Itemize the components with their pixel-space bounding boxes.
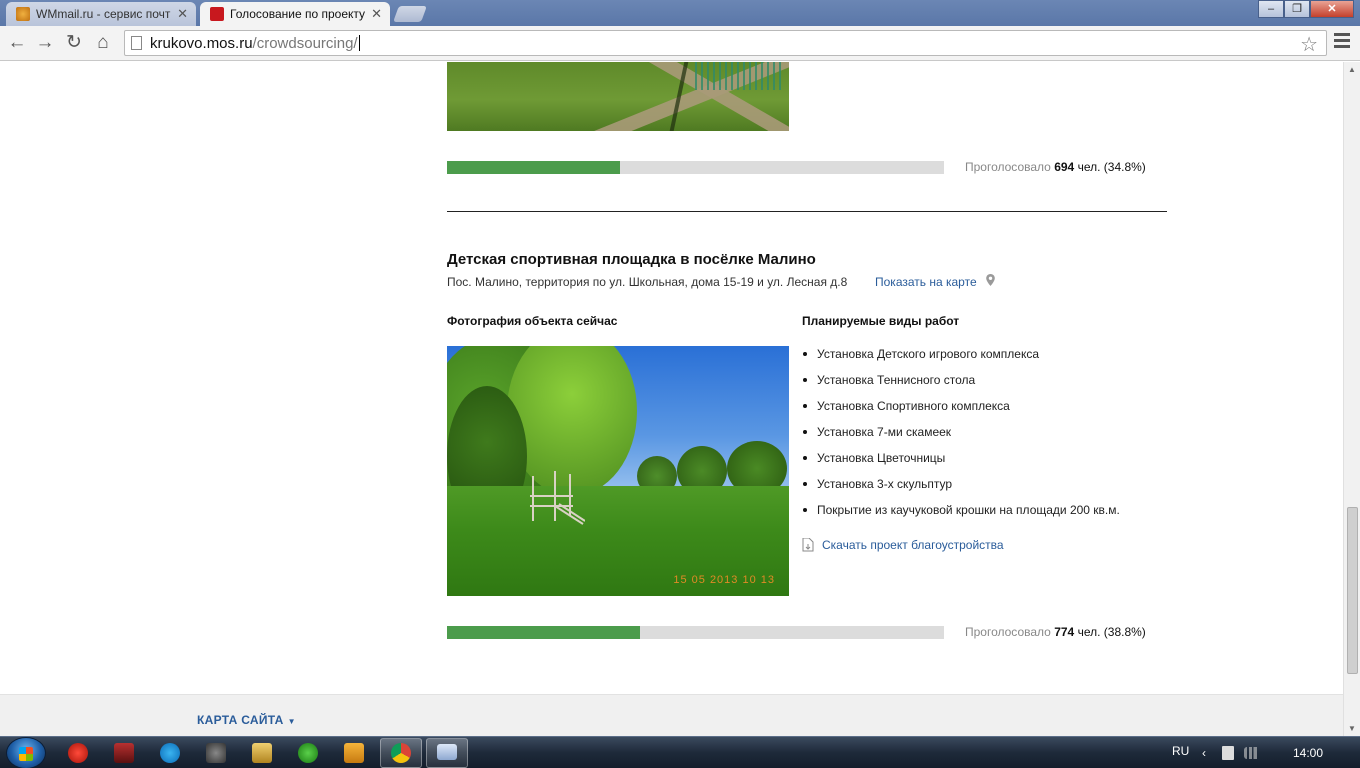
skype-icon[interactable] (160, 743, 180, 763)
photo-fence (695, 62, 785, 90)
tab-title: WMmail.ru - сервис почт (36, 7, 171, 21)
project-title: Детская спортивная площадка в посёлке Ма… (447, 251, 816, 268)
address-bar[interactable]: krukovo.mos.ru/crowdsourcing/ ☆ (124, 30, 1327, 56)
close-tab-icon[interactable]: ✕ (371, 6, 382, 22)
project-divider (447, 211, 1167, 212)
project-photo: 15 05 2013 10 13 (447, 346, 789, 596)
previous-project-photo (447, 62, 789, 131)
mos-favicon-icon (210, 7, 224, 21)
url-path: /crowdsourcing/ (252, 34, 358, 52)
download-project[interactable]: Скачать проект благоустройства (802, 538, 1004, 552)
chrome-menu-icon[interactable] (1334, 33, 1350, 51)
world-of-tanks-icon[interactable] (206, 743, 226, 763)
browser-toolbar: ← → ↻ ⌂ krukovo.mos.ru/crowdsourcing/ ☆ (0, 26, 1360, 61)
project-progress-bar (447, 626, 944, 639)
works-item: Покрытие из каучуковой крошки на площади… (802, 502, 1120, 528)
download-link[interactable]: Скачать проект благоустройства (822, 538, 1004, 552)
close-tab-icon[interactable]: ✕ (177, 6, 188, 22)
utorrent-icon[interactable] (298, 743, 318, 763)
votes-label: Проголосовало (965, 625, 1051, 639)
chrome-icon (391, 743, 411, 763)
reload-icon[interactable]: ↻ (63, 32, 85, 54)
votes-count: 694 (1054, 160, 1075, 174)
works-heading: Планируемые виды работ (802, 314, 960, 328)
photo-date-stamp: 15 05 2013 10 13 (673, 574, 775, 586)
keyboard-taskbar-button[interactable] (426, 738, 468, 768)
tab-voting[interactable]: Голосование по проекту ✕ (200, 2, 390, 26)
window-controls: ‒ ❐ ✕ (1258, 0, 1354, 18)
playground-structure (530, 471, 585, 525)
votes-percent: (34.8%) (1103, 160, 1146, 174)
media-player-icon[interactable] (344, 743, 364, 763)
scroll-up-icon[interactable]: ▲ (1348, 65, 1356, 74)
text-caret (358, 35, 360, 51)
windows-taskbar: RU ‹ 14:00 (0, 736, 1360, 768)
works-item: Установка Детского игрового комплекса (802, 346, 1120, 372)
new-tab-button[interactable] (393, 6, 427, 22)
tab-wmmail[interactable]: WMmail.ru - сервис почт ✕ (6, 2, 196, 26)
works-item: Установка 3-х скульптур (802, 476, 1120, 502)
keyboard-icon (437, 744, 457, 760)
votes-count: 774 (1054, 625, 1075, 639)
clock[interactable]: 14:00 (1293, 746, 1323, 760)
works-list: Установка Детского игрового комплекса Ус… (802, 346, 1120, 528)
forward-icon[interactable]: → (34, 32, 56, 54)
scrollbar-thumb[interactable] (1347, 507, 1358, 674)
page-icon (131, 36, 142, 50)
network-tray-icon[interactable] (1222, 746, 1234, 760)
language-indicator[interactable]: RU (1172, 744, 1189, 758)
chrome-taskbar-button[interactable] (380, 738, 422, 768)
project-address: Пос. Малино, территория по ул. Школьная,… (447, 275, 848, 289)
home-icon[interactable]: ⌂ (92, 32, 114, 54)
window-close-button[interactable]: ✕ (1310, 0, 1354, 18)
votes-label: Проголосовало (965, 160, 1051, 174)
signal-tray-icon[interactable] (1244, 747, 1260, 759)
file-explorer-icon[interactable] (252, 743, 272, 763)
start-button[interactable] (6, 737, 46, 768)
caret-down-icon: ▼ (287, 717, 296, 726)
poker-app-icon[interactable] (68, 743, 88, 763)
works-item: Установка Цветочницы (802, 450, 1120, 476)
tab-title: Голосование по проекту (230, 7, 366, 21)
bookmark-star-icon[interactable]: ☆ (1300, 32, 1318, 57)
show-on-map-link[interactable]: Показать на карте (875, 275, 977, 289)
project-votes: Проголосовало 774 чел. (38.8%) (965, 625, 1146, 639)
map-pin-icon (986, 274, 995, 286)
previous-project-votes: Проголосовало 694 чел. (34.8%) (965, 160, 1146, 174)
sitemap-link[interactable]: КАРТА САЙТА ▼ (197, 713, 296, 727)
previous-project-progress-fill (447, 161, 620, 174)
back-icon[interactable]: ← (6, 32, 28, 54)
page-scrollbar[interactable]: ▲ ▼ (1343, 62, 1360, 736)
windows-logo-icon (19, 747, 33, 761)
page-viewport: Проголосовало 694 чел. (34.8%) Детская с… (0, 62, 1343, 694)
votes-unit: чел. (1077, 625, 1101, 639)
photo-heading: Фотография объекта сейчас (447, 314, 618, 328)
wmmail-favicon-icon (16, 7, 30, 21)
scroll-down-icon[interactable]: ▼ (1348, 724, 1356, 733)
document-download-icon (802, 538, 814, 552)
show-hidden-icons-icon[interactable]: ‹ (1202, 746, 1206, 760)
site-footer: КАРТА САЙТА ▼ (0, 694, 1343, 736)
browser-tabstrip: WMmail.ru - сервис почт ✕ Голосование по… (0, 0, 1360, 26)
votes-percent: (38.8%) (1103, 625, 1146, 639)
url-host: krukovo.mos.ru (150, 34, 253, 52)
works-item: Установка Теннисного стола (802, 372, 1120, 398)
previous-project-progress-bar (447, 161, 944, 174)
maximize-button[interactable]: ❐ (1284, 0, 1310, 18)
works-item: Установка 7-ми скамеек (802, 424, 1120, 450)
game-app-icon[interactable] (114, 743, 134, 763)
minimize-button[interactable]: ‒ (1258, 0, 1284, 18)
sitemap-label: КАРТА САЙТА (197, 713, 284, 727)
works-item: Установка Спортивного комплекса (802, 398, 1120, 424)
votes-unit: чел. (1077, 160, 1101, 174)
project-progress-fill (447, 626, 640, 639)
